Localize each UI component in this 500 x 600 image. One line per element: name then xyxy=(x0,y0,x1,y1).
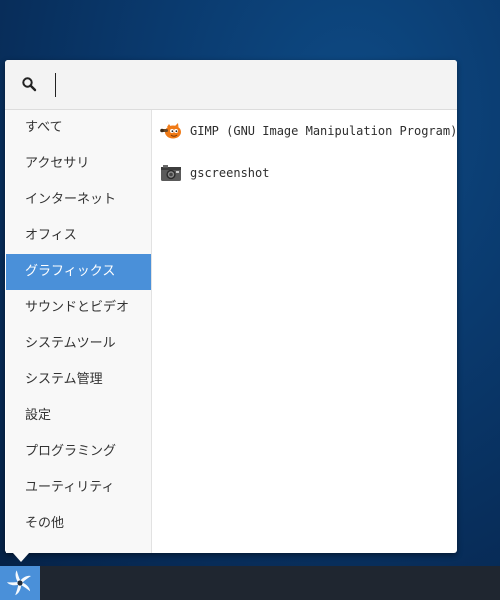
taskbar xyxy=(0,566,500,600)
application-menu: すべて アクセサリ インターネット オフィス グラフィックス サウンドとビデオ … xyxy=(5,60,457,553)
gimp-icon xyxy=(160,123,181,139)
menu-logo-icon xyxy=(6,570,31,596)
category-settings[interactable]: 設定 xyxy=(6,398,151,434)
category-system-tools[interactable]: システムツール xyxy=(6,326,151,362)
category-list: すべて アクセサリ インターネット オフィス グラフィックス サウンドとビデオ … xyxy=(6,110,152,553)
text-cursor xyxy=(55,73,56,97)
app-item-gscreenshot[interactable]: gscreenshot xyxy=(152,152,457,194)
category-sound-video[interactable]: サウンドとビデオ xyxy=(6,290,151,326)
menu-pointer-arrow xyxy=(13,553,29,562)
app-label-gimp: GIMP (GNU Image Manipulation Program) xyxy=(190,124,458,138)
camera-icon xyxy=(161,165,181,181)
category-programming[interactable]: プログラミング xyxy=(6,434,151,470)
category-graphics[interactable]: グラフィックス xyxy=(6,254,151,290)
category-utilities[interactable]: ユーティリティ xyxy=(6,470,151,506)
app-item-gimp[interactable]: GIMP (GNU Image Manipulation Program) xyxy=(152,110,457,152)
category-all[interactable]: すべて xyxy=(6,110,151,146)
application-list: GIMP (GNU Image Manipulation Program) gs… xyxy=(152,110,457,553)
search-icon xyxy=(22,77,37,92)
category-administration[interactable]: システム管理 xyxy=(6,362,151,398)
app-label-gscreenshot: gscreenshot xyxy=(190,166,270,180)
category-accessories[interactable]: アクセサリ xyxy=(6,146,151,182)
category-internet[interactable]: インターネット xyxy=(6,182,151,218)
search-bar xyxy=(5,60,457,110)
start-menu-button[interactable] xyxy=(0,566,40,600)
search-input[interactable] xyxy=(49,70,451,100)
category-office[interactable]: オフィス xyxy=(6,218,151,254)
category-other[interactable]: その他 xyxy=(6,506,151,542)
